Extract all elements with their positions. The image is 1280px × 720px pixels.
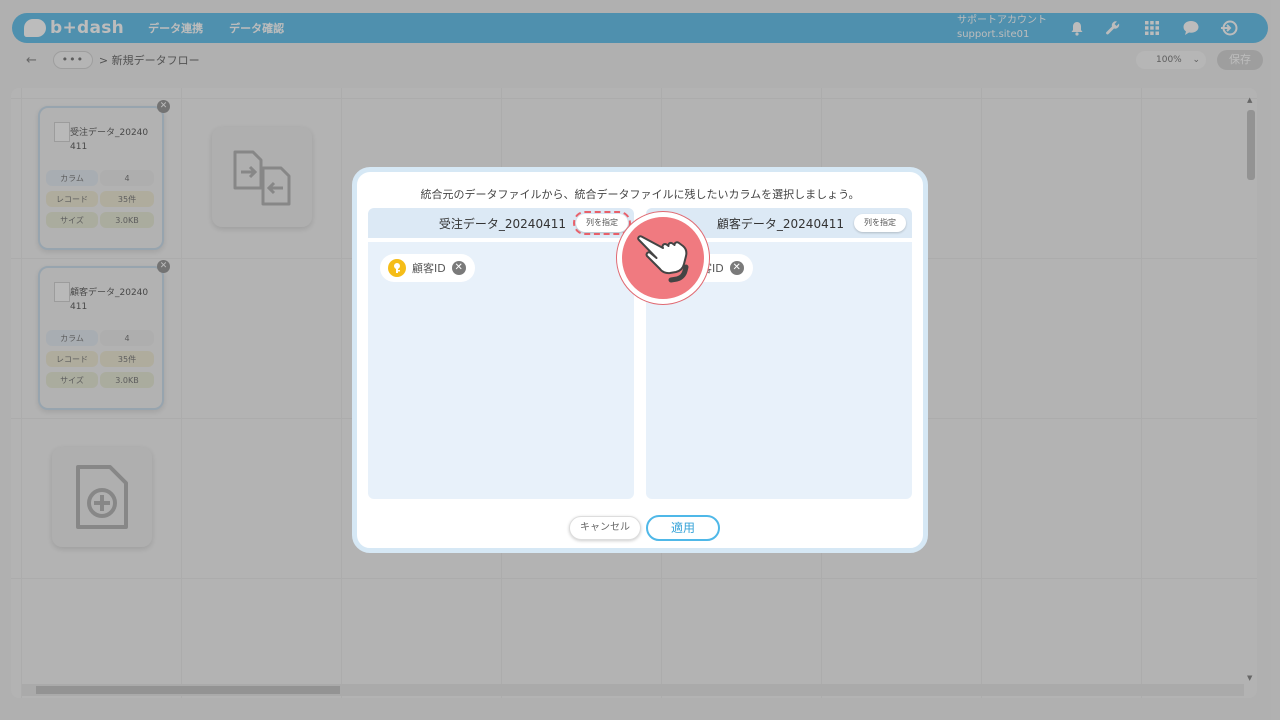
dialog-instruction: 統合元のデータファイルから、統合データファイルに残したいカラムを選択しましょう。 bbox=[420, 188, 860, 201]
panel-title: 顧客データ_20240411 bbox=[716, 216, 844, 231]
source-panel-orders: 受注データ_20240411 列を指定 顧客ID ✕ bbox=[368, 208, 634, 499]
cancel-button[interactable]: キャンセル bbox=[569, 516, 641, 540]
remove-column-icon[interactable]: ✕ bbox=[451, 261, 466, 275]
specify-columns-button[interactable]: 列を指定 bbox=[854, 214, 906, 232]
apply-button[interactable]: 適用 bbox=[646, 515, 720, 541]
remove-column-icon[interactable]: ✕ bbox=[729, 261, 744, 275]
panel-header: 受注データ_20240411 列を指定 bbox=[368, 208, 634, 238]
key-icon bbox=[388, 259, 406, 277]
tutorial-pointer bbox=[617, 212, 709, 304]
panel-title: 受注データ_20240411 bbox=[438, 216, 566, 231]
column-chip: 顧客ID ✕ bbox=[380, 254, 475, 282]
column-name: 顧客ID bbox=[412, 262, 446, 275]
specify-columns-button[interactable]: 列を指定 bbox=[573, 211, 631, 235]
column-list: 顧客ID ✕ bbox=[368, 242, 634, 499]
hand-pointer-icon bbox=[637, 235, 689, 283]
